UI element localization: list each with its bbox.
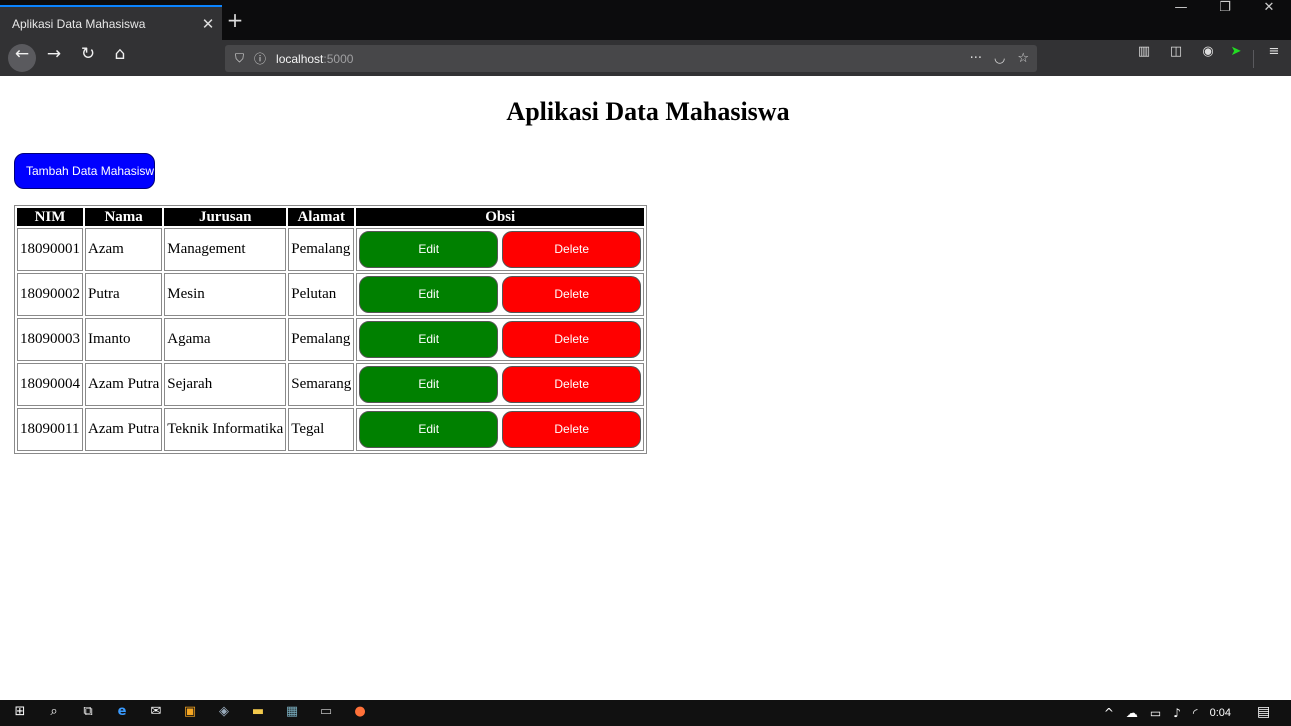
windows-start-icon[interactable]: ⊞ bbox=[11, 704, 29, 722]
cell-jurusan: Mesin bbox=[164, 273, 287, 316]
edit-button[interactable]: Edit bbox=[359, 411, 499, 448]
cell-options: Edit Delete bbox=[356, 318, 645, 361]
table-row: 18090004 Azam Putra Sejarah Semarang Edi… bbox=[17, 363, 645, 406]
network-icon[interactable]: ◜ bbox=[1193, 706, 1198, 720]
onedrive-icon[interactable]: ☁ bbox=[1126, 706, 1138, 720]
toolbar-separator bbox=[1253, 50, 1254, 68]
app-icon[interactable]: ◈ bbox=[215, 704, 233, 722]
url-port: :5000 bbox=[323, 51, 354, 66]
system-tray: ^ ☁ ▭ ♪ ◜ 0:04 bbox=[1104, 700, 1231, 726]
library-icon[interactable]: ▥ bbox=[1131, 44, 1157, 72]
add-student-button[interactable]: Tambah Data Mahasiswa bbox=[14, 153, 155, 189]
restore-button[interactable]: ❐ bbox=[1203, 0, 1247, 40]
window-close-button[interactable]: ✕ bbox=[1247, 0, 1291, 40]
editor-icon[interactable]: ▦ bbox=[283, 704, 301, 722]
cell-nama: Imanto bbox=[85, 318, 163, 361]
nav-bar: ← → ↻ ⌂ ⛉ ⓘ localhost:5000 ··· ◡ ☆ ▥ ◫ ◉… bbox=[0, 40, 1291, 76]
cell-nama: Putra bbox=[85, 273, 163, 316]
delete-button[interactable]: Delete bbox=[502, 366, 642, 403]
table-row: 18090003 Imanto Agama Pemalang Edit Dele… bbox=[17, 318, 645, 361]
cell-nama: Azam Putra bbox=[85, 363, 163, 406]
cell-options: Edit Delete bbox=[356, 408, 645, 451]
header-nama: Nama bbox=[85, 208, 163, 226]
close-tab-icon[interactable]: ✕ bbox=[194, 15, 222, 33]
cell-nim: 18090011 bbox=[17, 408, 83, 451]
new-tab-button[interactable]: + bbox=[224, 9, 246, 31]
bookmark-star-icon[interactable]: ☆ bbox=[1017, 51, 1029, 66]
volume-icon[interactable]: ♪ bbox=[1173, 706, 1181, 720]
table-header-row: NIM Nama Jurusan Alamat Obsi bbox=[17, 208, 645, 226]
cell-alamat: Pelutan bbox=[288, 273, 355, 316]
pocket-icon[interactable]: ◡ bbox=[994, 51, 1005, 66]
file-explorer-icon[interactable]: ▬ bbox=[249, 704, 267, 722]
cell-alamat: Pemalang bbox=[288, 228, 355, 271]
url-bar[interactable]: ⛉ ⓘ localhost:5000 ··· ◡ ☆ bbox=[225, 45, 1037, 72]
edit-button[interactable]: Edit bbox=[359, 231, 499, 268]
table-row: 18090001 Azam Management Pemalang Edit D… bbox=[17, 228, 645, 271]
edge-icon[interactable]: e bbox=[113, 704, 131, 722]
taskbar: ⊞ ⌕ ⧉ e ✉ ▣ ◈ ▬ ▦ ▭ ● ^ ☁ ▭ ♪ ◜ 0:04 ▤ bbox=[0, 700, 1291, 726]
edit-button[interactable]: Edit bbox=[359, 366, 499, 403]
header-nim: NIM bbox=[17, 208, 83, 226]
mail-icon[interactable]: ✉ bbox=[147, 704, 165, 722]
sidebar-icon[interactable]: ◫ bbox=[1163, 44, 1189, 72]
terminal-icon[interactable]: ▭ bbox=[317, 704, 335, 722]
cell-nim: 18090002 bbox=[17, 273, 83, 316]
cell-alamat: Pemalang bbox=[288, 318, 355, 361]
table-row: 18090002 Putra Mesin Pelutan Edit Delete bbox=[17, 273, 645, 316]
cell-jurusan: Teknik Informatika bbox=[164, 408, 287, 451]
firefox-icon[interactable]: ● bbox=[351, 704, 369, 722]
home-icon[interactable]: ⌂ bbox=[106, 44, 134, 72]
cell-options: Edit Delete bbox=[356, 363, 645, 406]
account-icon[interactable]: ◉ bbox=[1195, 44, 1221, 72]
battery-icon[interactable]: ▭ bbox=[1150, 706, 1161, 720]
forward-icon[interactable]: → bbox=[40, 44, 68, 72]
url-host: localhost bbox=[276, 51, 324, 66]
search-icon[interactable]: ⌕ bbox=[45, 704, 63, 722]
header-obsi: Obsi bbox=[356, 208, 645, 226]
edit-button[interactable]: Edit bbox=[359, 276, 499, 313]
tab-title: Aplikasi Data Mahasiswa bbox=[12, 16, 146, 31]
tab-bar: Aplikasi Data Mahasiswa ✕ + — ❐ ✕ bbox=[0, 0, 1291, 40]
delete-button[interactable]: Delete bbox=[502, 411, 642, 448]
menu-icon[interactable]: ≡ bbox=[1261, 44, 1287, 72]
edit-button[interactable]: Edit bbox=[359, 321, 499, 358]
cell-alamat: Tegal bbox=[288, 408, 355, 451]
cell-nama: Azam Putra bbox=[85, 408, 163, 451]
cell-jurusan: Sejarah bbox=[164, 363, 287, 406]
extension-arrow-icon[interactable]: ➤ bbox=[1223, 44, 1249, 72]
cell-options: Edit Delete bbox=[356, 228, 645, 271]
site-info-icon[interactable]: ⓘ bbox=[254, 50, 266, 67]
page-title: Aplikasi Data Mahasiswa bbox=[506, 97, 790, 126]
cell-nim: 18090004 bbox=[17, 363, 83, 406]
clock[interactable]: 0:04 bbox=[1210, 707, 1231, 719]
reload-icon[interactable]: ↻ bbox=[74, 44, 102, 72]
cell-jurusan: Management bbox=[164, 228, 287, 271]
cell-jurusan: Agama bbox=[164, 318, 287, 361]
xampp-icon[interactable]: ▣ bbox=[181, 704, 199, 722]
cell-options: Edit Delete bbox=[356, 273, 645, 316]
back-icon[interactable]: ← bbox=[8, 44, 36, 72]
table-row: 18090011 Azam Putra Teknik Informatika T… bbox=[17, 408, 645, 451]
cell-nim: 18090003 bbox=[17, 318, 83, 361]
cell-alamat: Semarang bbox=[288, 363, 355, 406]
student-table: NIM Nama Jurusan Alamat Obsi 18090001 Az… bbox=[14, 205, 648, 454]
header-alamat: Alamat bbox=[288, 208, 355, 226]
page-actions-icon[interactable]: ··· bbox=[970, 51, 982, 66]
delete-button[interactable]: Delete bbox=[502, 321, 642, 358]
task-view-icon[interactable]: ⧉ bbox=[79, 704, 97, 722]
show-hidden-icons-icon[interactable]: ^ bbox=[1104, 706, 1114, 720]
url-text: localhost:5000 bbox=[276, 52, 353, 66]
delete-button[interactable]: Delete bbox=[502, 276, 642, 313]
cell-nama: Azam bbox=[85, 228, 163, 271]
tracking-shield-icon[interactable]: ⛉ bbox=[235, 51, 244, 66]
minimize-button[interactable]: — bbox=[1159, 0, 1203, 40]
delete-button[interactable]: Delete bbox=[502, 231, 642, 268]
cell-nim: 18090001 bbox=[17, 228, 83, 271]
notification-icon[interactable]: ▤ bbox=[1257, 704, 1275, 722]
active-tab[interactable]: Aplikasi Data Mahasiswa ✕ bbox=[0, 5, 222, 40]
header-jurusan: Jurusan bbox=[164, 208, 287, 226]
